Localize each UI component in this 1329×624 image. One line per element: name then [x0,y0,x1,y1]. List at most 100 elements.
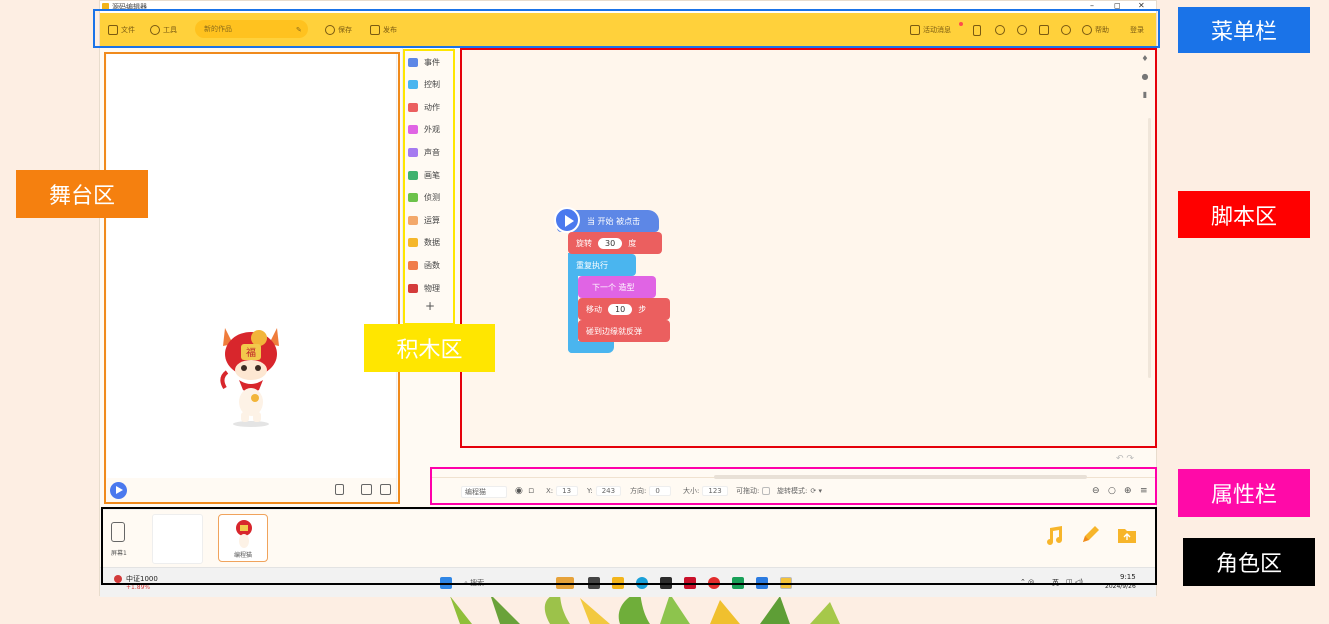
next-costume-block[interactable]: 下一个 造型 [578,276,656,298]
sprite-card-coding-cat[interactable]: 编程猫 [218,514,268,562]
project-name-input[interactable] [195,20,308,38]
category-9[interactable]: 函数 [408,255,440,275]
events-button[interactable]: 活动消息 [910,22,951,38]
explorer-icon[interactable] [612,577,624,589]
coding-cat-sprite[interactable]: 福 [219,318,283,428]
microphone-icon[interactable]: ● [1140,72,1150,82]
message-icon [910,25,920,35]
category-3[interactable]: 外观 [408,120,440,140]
stock-title[interactable]: 中证1000 [126,574,158,584]
file-menu[interactable]: 文件 [108,22,135,38]
play-button[interactable] [110,482,127,499]
maximize-icon[interactable]: ◻ [1114,1,1121,10]
direction-field[interactable]: 0 [649,486,672,496]
category-4[interactable]: 声音 [408,142,440,162]
turn-block[interactable]: 旋转 30 度 [568,232,662,254]
screen-thumbnail[interactable] [111,522,125,542]
add-extension-button[interactable]: + [425,299,435,313]
task-view-icon[interactable] [588,577,600,589]
grid-icon[interactable] [380,484,391,495]
category-label: 画笔 [424,170,440,180]
code-editor-taskbar-icon[interactable] [780,577,792,589]
language-indicator[interactable]: 英 [1052,578,1059,588]
zoom-in-icon[interactable]: ⊕ [1124,486,1132,496]
zoom-out-icon[interactable]: ⊖ [1092,486,1100,496]
store-icon[interactable] [660,577,672,589]
move-value-input[interactable]: 10 [608,303,633,315]
face-icon[interactable] [995,25,1005,35]
minimize-icon[interactable]: – [1090,1,1094,10]
horizontal-scrollbar[interactable] [714,475,1087,479]
repeat-forever-block[interactable]: 重复执行 [568,254,636,276]
draggable-checkbox[interactable] [762,487,771,495]
network-icon[interactable]: ◫ ◁) [1066,578,1083,586]
turn-value-input[interactable]: 30 [598,237,623,249]
window-title: 源码编辑器 [112,3,147,11]
undo-redo-icons[interactable]: ↶ ↷ [1116,454,1134,464]
vertical-scrollbar[interactable] [1148,118,1151,378]
help-label: 帮助 [1095,26,1109,34]
sprite-name-field[interactable]: 编程猫 [461,486,507,498]
bounce-block[interactable]: 碰到边缘就反弹 [578,320,670,342]
cloud-icon [325,25,335,35]
gear-icon[interactable] [1061,25,1071,35]
login-button[interactable]: 登录 [1130,22,1144,38]
calendar-icon[interactable] [1039,25,1049,35]
app-blue-icon[interactable] [756,577,768,589]
move-block[interactable]: 移动 10 步 [578,298,670,320]
phone-icon[interactable] [973,25,981,36]
category-label: 事件 [424,57,440,67]
eye-icon[interactable]: ◉ [515,486,523,496]
edit-pencil-icon[interactable]: ✎ [296,26,302,34]
size-field[interactable]: 123 [702,486,728,496]
pencil-icon[interactable] [1079,524,1101,546]
menu-icon[interactable]: ≡ [1140,486,1148,496]
app-red-round-icon[interactable] [708,577,720,589]
music-note-icon[interactable] [1043,524,1065,546]
people-icon[interactable] [1017,25,1027,35]
app-green-icon[interactable] [732,577,744,589]
tray-icons[interactable]: ⌃ ◎ [1020,578,1034,586]
menubar: 文件 工具 ✎ 保存 发布 活动消息 帮助 登录 [100,13,1156,46]
search-box[interactable]: ⌕ 搜索 [464,578,484,588]
sprite-label: 编程猫 [233,552,252,559]
fullscreen-icon[interactable] [361,484,372,495]
category-label: 控制 [424,80,440,90]
app-red-icon[interactable] [684,577,696,589]
x-field[interactable]: 13 [556,486,579,496]
category-icon [408,193,418,203]
clock-date[interactable]: 2024/9/26 [1105,583,1136,590]
close-icon[interactable]: ✕ [1138,1,1145,10]
stage-area[interactable]: 福 [107,54,397,504]
script-area[interactable]: ♦ ● ▮ 当 开始 被点击 旋转 30 度 重复执行 下一个 造型 移动 10… [462,48,1156,448]
category-8[interactable]: 数据 [408,233,440,253]
draggable-label: 可拖动: [736,487,760,495]
device-icon[interactable] [335,484,344,495]
category-2[interactable]: 动作 [408,97,440,117]
stock-icon [114,575,122,583]
widget-icon[interactable] [556,577,574,589]
lock-icon[interactable]: ▫ [528,486,534,496]
save-button[interactable]: 保存 [325,22,352,38]
folder-upload-icon[interactable] [1116,524,1138,546]
category-5[interactable]: 画笔 [408,165,440,185]
chart-icon[interactable]: ▮ [1140,90,1150,100]
clock-time[interactable]: 9:15 [1120,573,1136,581]
publish-button[interactable]: 发布 [370,22,397,38]
category-1[interactable]: 控制 [408,75,440,95]
help-button[interactable]: 帮助 [1082,22,1109,38]
edge-icon[interactable] [636,577,648,589]
category-7[interactable]: 运算 [408,210,440,230]
zoom-reset-icon[interactable]: ○ [1108,486,1116,496]
when-start-clicked-block[interactable]: 当 开始 被点击 [554,207,659,233]
category-label: 物理 [424,283,440,293]
y-field[interactable]: 243 [595,486,622,496]
blank-sprite-slot[interactable] [152,514,203,564]
tools-menu[interactable]: 工具 [150,22,177,38]
costume-icon[interactable]: ♦ [1140,54,1150,64]
category-0[interactable]: 事件 [408,52,440,72]
windows-start-icon[interactable] [440,577,452,589]
category-6[interactable]: 侦测 [408,188,440,208]
category-10[interactable]: 物理 [408,278,440,298]
rotation-mode-select[interactable]: ⟳ ▾ [810,487,822,495]
